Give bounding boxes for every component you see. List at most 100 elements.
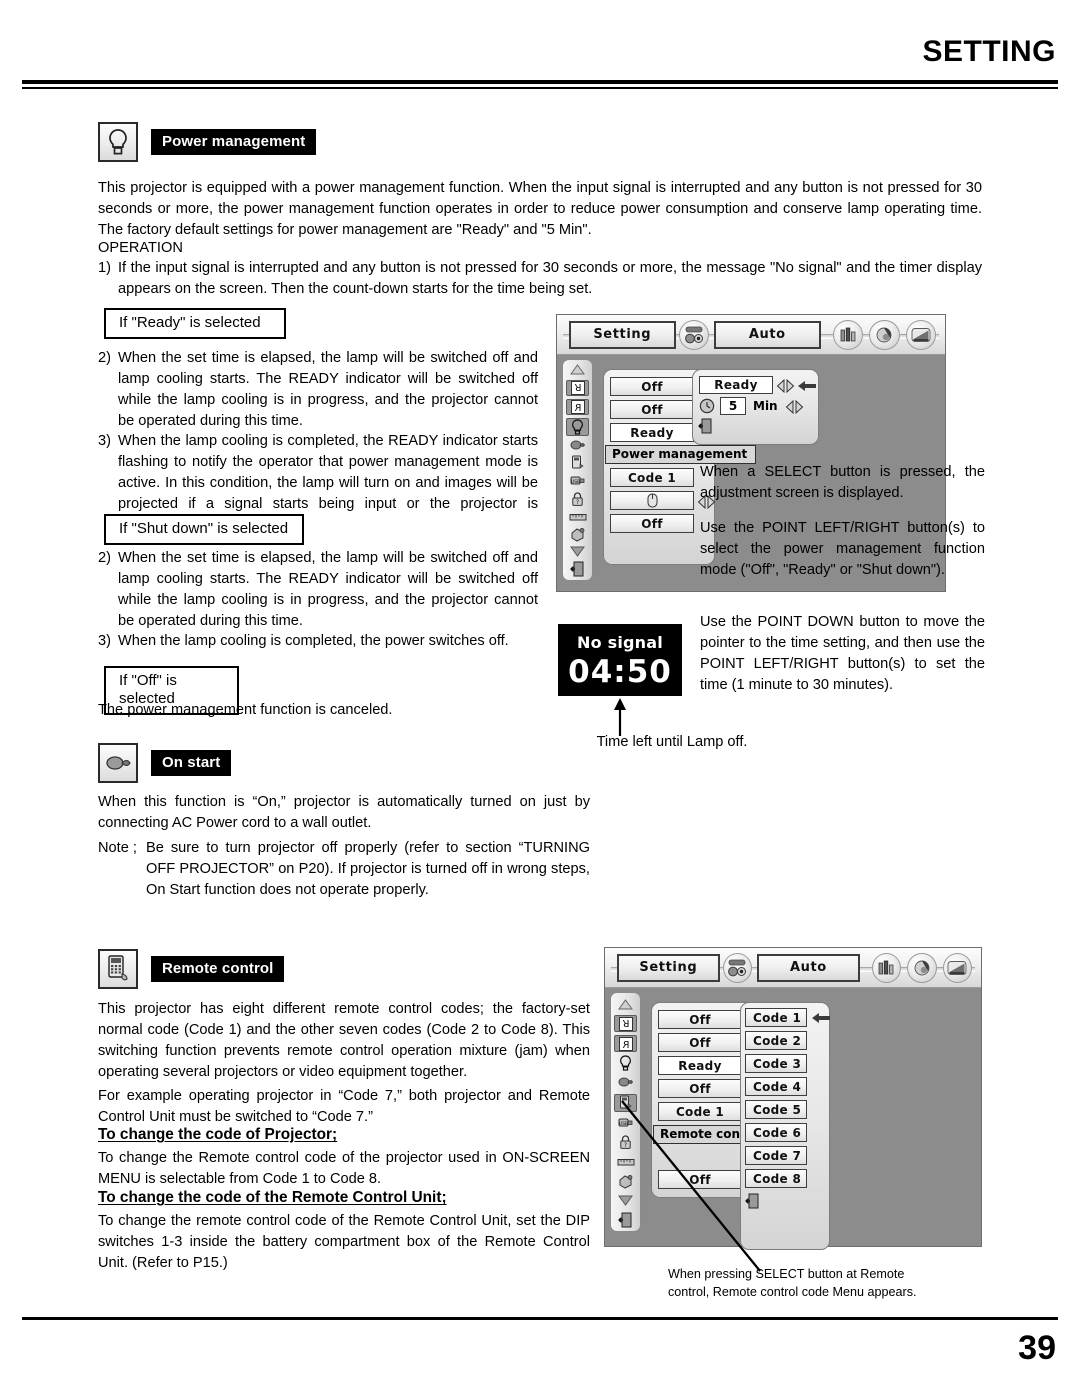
no-signal-display: No signal 04:50	[558, 624, 682, 696]
osd-note-1: When a SELECT button is pressed, the adj…	[700, 464, 985, 501]
svg-text:R: R	[574, 403, 581, 414]
rear-icon[interactable]: R	[614, 1035, 637, 1052]
footer-rule	[22, 1317, 1058, 1320]
no-signal-caption: Time left until Lamp off.	[596, 734, 748, 750]
osd-tab-setting[interactable]: Setting	[569, 320, 676, 349]
shutdown-step-2: 2) When the set time is elapsed, the lam…	[98, 548, 538, 631]
manual-page: SETTING Power management This projector …	[0, 0, 1080, 1397]
image-adjust-icon[interactable]	[832, 319, 864, 350]
osd-time-unit: Min	[753, 399, 778, 413]
svg-text:R: R	[622, 1017, 629, 1028]
left-right-arrows-icon[interactable]	[785, 399, 805, 415]
osd-menu-item-5[interactable]: Off	[610, 514, 694, 533]
osd-code-1[interactable]: Code 1	[745, 1008, 807, 1027]
left-right-arrows-icon[interactable]	[776, 378, 796, 394]
scroll-down-icon[interactable]	[566, 545, 589, 559]
osd-sidebar[interactable]: R R USB ?	[562, 359, 593, 581]
ceiling-icon[interactable]: R	[566, 379, 589, 396]
screen-icon[interactable]	[942, 952, 972, 983]
remote-control-caption: When pressing SELECT button at Remote co…	[668, 1267, 917, 1299]
page-header: SETTING	[0, 0, 1080, 100]
osd-code-3[interactable]: Code 3	[745, 1054, 807, 1073]
section-header-remote-control: Remote control	[98, 949, 285, 989]
operation-step-1: 1) If the input signal is interrupted an…	[98, 258, 982, 300]
remote-control-body-3: To change the Remote control code of the…	[98, 1150, 590, 1187]
quit-icon[interactable]	[698, 418, 713, 438]
osd-submenu-mode[interactable]: Ready	[699, 376, 773, 394]
osd-tab-auto[interactable]: Auto	[714, 320, 821, 349]
lamp-icon[interactable]	[614, 1055, 637, 1071]
remote-control-body-4: To change the remote control code of the…	[98, 1213, 590, 1271]
on-start-icon[interactable]	[566, 439, 589, 453]
osd-menu-item-2[interactable]: Ready	[610, 423, 694, 442]
step-text: When the set time is elapsed, the lamp w…	[118, 550, 538, 629]
step-marker: 1)	[98, 260, 111, 276]
header-rule-thick	[22, 80, 1058, 84]
svg-text:?: ?	[576, 499, 579, 506]
osd-menu-item-1[interactable]: Off	[610, 400, 694, 419]
on-start-note: Note ; Be sure to turn projector off pro…	[98, 838, 590, 901]
remote-control-body-1: This projector has eight different remot…	[98, 1001, 590, 1080]
remote-control-icon[interactable]	[566, 455, 589, 471]
box-label-shutdown: If "Shut down" is selected	[104, 514, 304, 545]
osd-menu-item-mouse[interactable]	[610, 491, 694, 510]
osd-menu-item-1[interactable]: Off	[658, 1033, 742, 1052]
osd-top-bar: Setting Auto	[605, 948, 981, 988]
pointer-arrow-icon	[811, 1010, 831, 1026]
image-adjust-icon[interactable]	[871, 952, 902, 983]
screen-icon[interactable]	[905, 319, 936, 350]
input-connector-icon[interactable]	[722, 952, 753, 983]
header-rule-thin	[22, 87, 1058, 89]
lamp-counter-icon[interactable]	[566, 527, 589, 542]
on-start-body: When this function is “On,” projector is…	[98, 794, 590, 831]
note-text: Be sure to turn projector off properly (…	[146, 840, 590, 898]
timer-icon	[699, 398, 715, 418]
osd-time-value[interactable]: 5	[720, 397, 746, 415]
osd-code-2[interactable]: Code 2	[745, 1031, 807, 1050]
scroll-up-icon[interactable]	[614, 996, 637, 1012]
osd-menu-item-3[interactable]: Code 1	[610, 468, 694, 487]
osd-menu-item-2[interactable]: Ready	[658, 1056, 742, 1075]
note-marker: Note ;	[98, 840, 137, 856]
remote-control-leader-line	[612, 1093, 812, 1283]
lock-icon[interactable]: ?	[566, 491, 589, 507]
shutdown-step-3: 3) When the lamp cooling is completed, t…	[98, 631, 538, 652]
on-start-icon[interactable]	[614, 1074, 637, 1090]
scroll-up-icon[interactable]	[566, 363, 589, 377]
osd-menu-item-0[interactable]: Off	[610, 377, 694, 396]
input-connector-icon[interactable]	[678, 319, 710, 350]
lamp-icon[interactable]	[566, 417, 589, 436]
usb-icon[interactable]: USB	[566, 474, 589, 488]
page-footer: 39	[0, 1307, 1080, 1397]
osd-menu-item-0[interactable]: Off	[658, 1010, 742, 1029]
step-text: When the lamp cooling is completed, the …	[118, 633, 509, 650]
no-signal-title: No signal	[577, 633, 663, 652]
svg-text:USB: USB	[570, 479, 579, 485]
section-label-on-start: On start	[151, 750, 232, 776]
osd-note-3: Use the POINT DOWN button to move the po…	[700, 614, 985, 693]
page-number: 39	[1018, 1329, 1056, 1367]
rear-icon[interactable]: R	[566, 398, 589, 415]
lamp-icon	[98, 122, 138, 162]
ceiling-icon[interactable]: R	[614, 1015, 637, 1033]
step-marker: 3)	[98, 633, 111, 650]
operation-heading: OPERATION	[98, 240, 183, 256]
on-start-icon	[98, 743, 138, 783]
osd-tab-setting[interactable]: Setting	[617, 953, 720, 982]
section-header-power-management: Power management	[98, 122, 317, 162]
no-signal-timer: 04:50	[568, 654, 672, 690]
remote-control-head-1: To change the code of Projector;	[98, 1126, 338, 1143]
ready-steps: 2) When the set time is elapsed, the lam…	[98, 348, 538, 536]
section-header-on-start: On start	[98, 743, 232, 783]
ruler-icon[interactable]	[566, 510, 589, 524]
color-adjust-icon[interactable]	[869, 319, 900, 350]
box-label-ready: If "Ready" is selected	[104, 308, 286, 339]
quit-icon[interactable]	[566, 561, 589, 577]
osd-tab-auto[interactable]: Auto	[757, 953, 860, 982]
page-title: SETTING	[922, 35, 1056, 68]
svg-text:R: R	[574, 381, 581, 392]
pointer-arrow-icon	[797, 378, 817, 394]
color-adjust-icon[interactable]	[907, 952, 937, 983]
off-text: The power management function is cancele…	[98, 702, 393, 718]
ready-step-2: 2) When the set time is elapsed, the lam…	[98, 348, 538, 431]
